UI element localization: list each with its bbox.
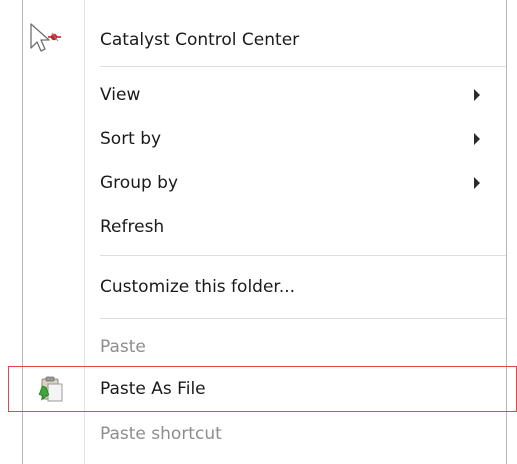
menu-separator [100,255,506,256]
menu-item-catalyst-control-center[interactable]: Catalyst Control Center [23,18,506,62]
menu-item-sort-by[interactable]: Sort by [23,117,506,161]
submenu-arrow-icon [474,89,480,101]
paste-as-file-icon [23,367,84,411]
submenu-arrow-icon [474,177,480,189]
menu-item-label: Paste shortcut [100,424,222,444]
menu-item-paste-shortcut: Paste shortcut [23,412,506,456]
menu-separator [100,318,506,319]
catalyst-control-center-icon [23,18,84,62]
menu-item-label: Sort by [100,129,162,149]
menu-item-paste: Paste [23,325,506,369]
menu-item-label: Paste [100,337,146,357]
menu-item-group-by[interactable]: Group by [23,161,506,205]
menu-item-refresh[interactable]: Refresh [23,205,506,249]
menu-item-label: Customize this folder... [100,277,296,297]
menu-item-label: Group by [100,173,179,193]
menu-item-customize-folder[interactable]: Customize this folder... [23,265,506,309]
menu-separator [100,66,506,67]
menu-item-label: Refresh [100,217,165,237]
menu-item-label: Catalyst Control Center [100,30,300,50]
menu-item-label: Paste As File [100,379,206,399]
context-menu: Catalyst Control Center View Sort by Gro… [22,0,507,464]
menu-item-view[interactable]: View [23,73,506,117]
submenu-arrow-icon [474,133,480,145]
menu-item-label: View [100,85,141,105]
menu-item-paste-as-file[interactable]: Paste As File [23,367,506,411]
